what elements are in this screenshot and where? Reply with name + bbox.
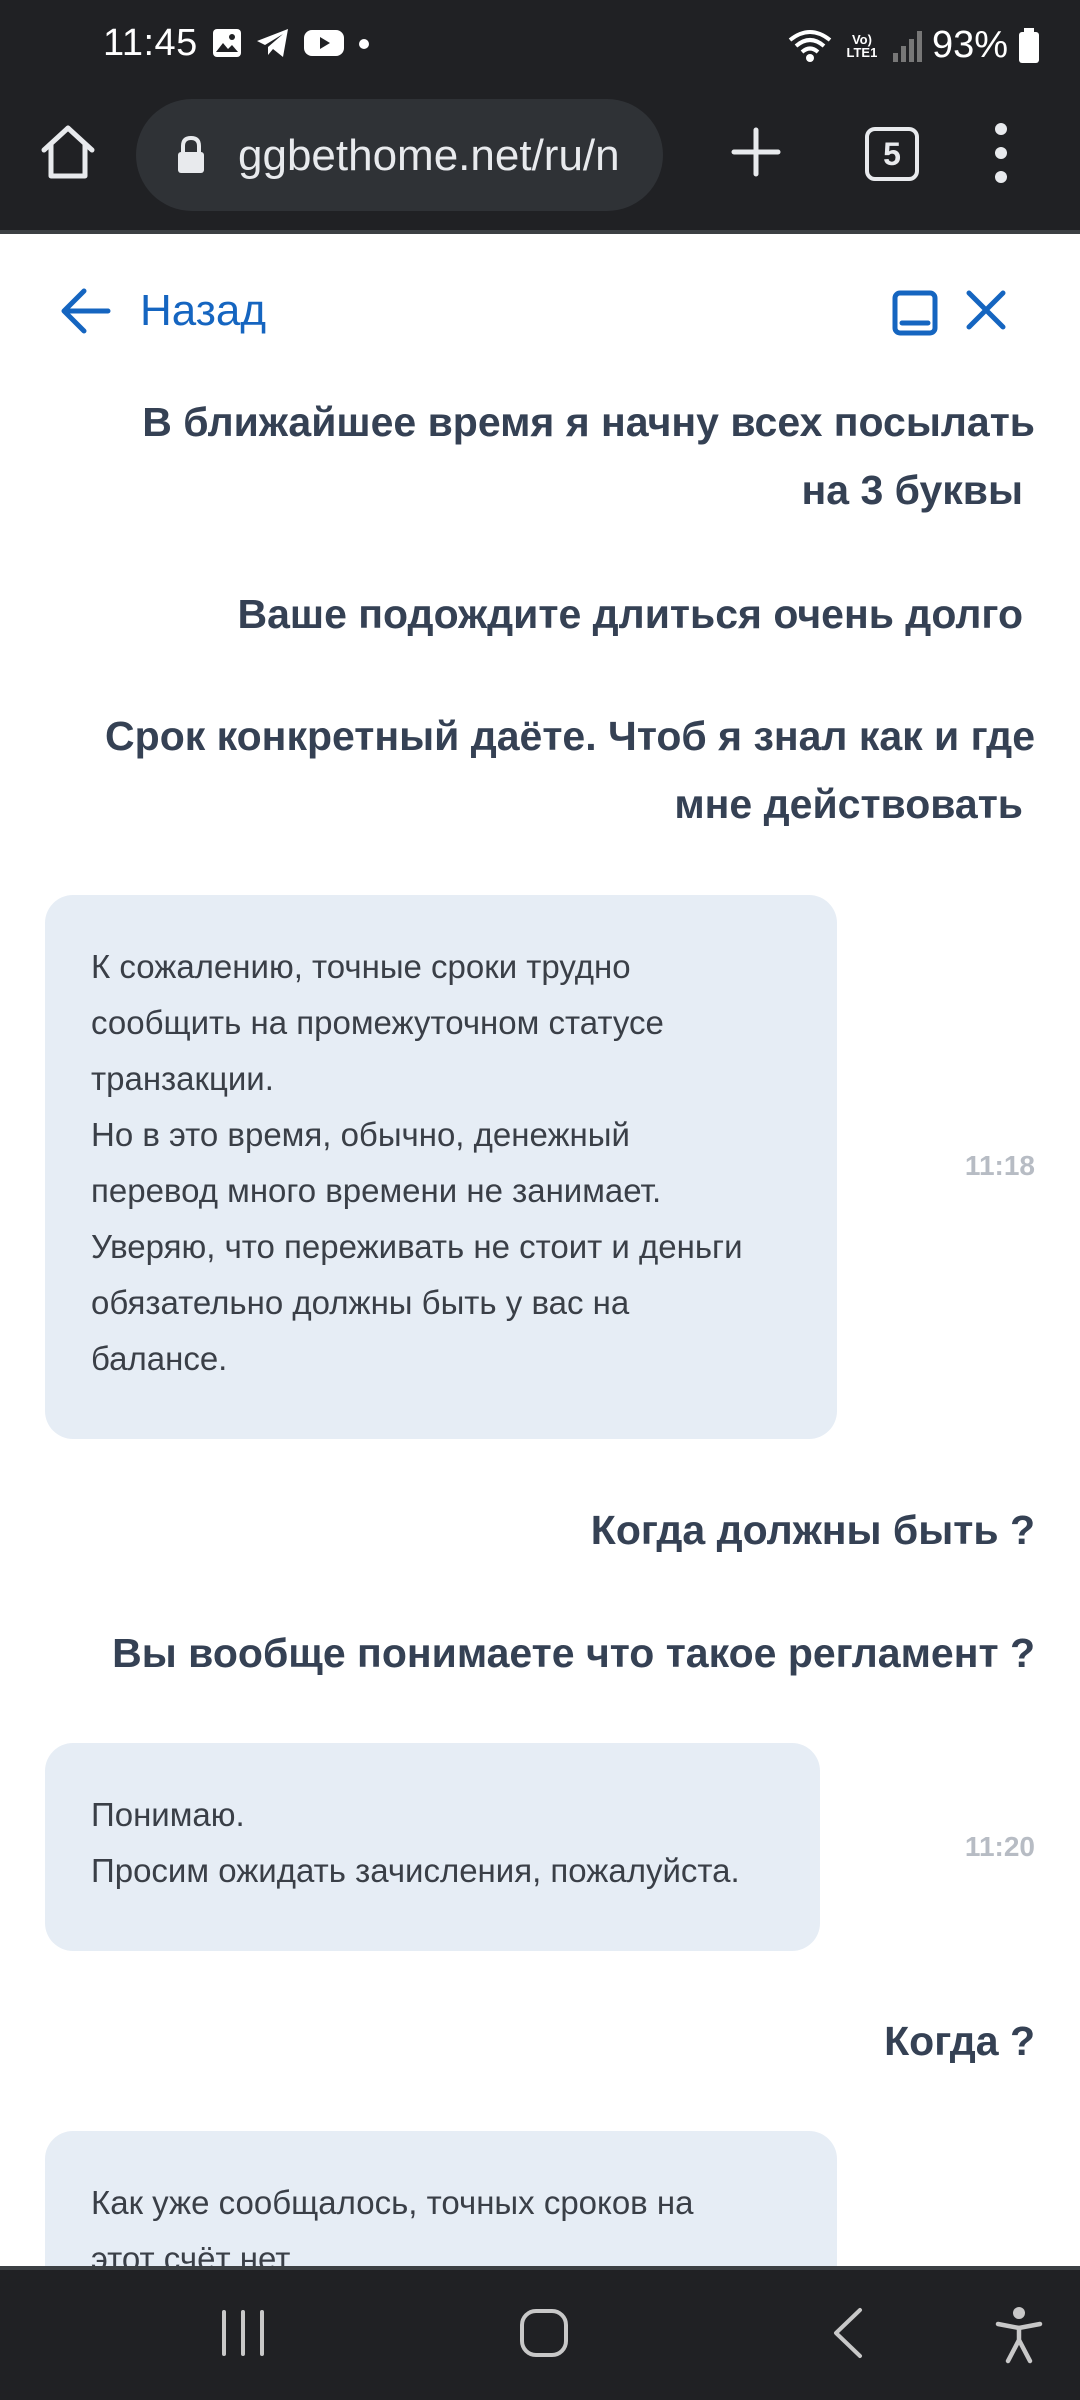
browser-toolbar: ggbethome.net/ru/n 5 [0, 94, 1080, 234]
battery-percent: 93% [931, 24, 1008, 66]
support-message-bubble: К сожалению, точные сроки трудно сообщит… [45, 895, 837, 1439]
wifi-icon [788, 29, 832, 62]
home-nav-icon[interactable] [518, 2306, 570, 2360]
battery-icon [1019, 27, 1039, 63]
message-timestamp: 11:20 [964, 1831, 1035, 1862]
recent-apps-icon[interactable] [218, 2306, 268, 2360]
signal-icon [892, 30, 922, 62]
support-message-bubble: Понимаю. Просим ожидать зачисления, пожа… [45, 1743, 820, 1951]
message-line: балансе. [91, 1340, 228, 1377]
address-bar[interactable]: ggbethome.net/ru/n [136, 99, 663, 211]
status-time: 11:45 [103, 22, 198, 64]
message-line: Когда ? [884, 2018, 1035, 2064]
lock-icon [178, 135, 204, 173]
user-message: Ваше подождите длиться очень долго [238, 580, 1036, 648]
notification-icons [212, 28, 370, 58]
message-line: Вы вообще понимаете что такое регламент … [112, 1630, 1035, 1676]
system-navigation-bar [0, 2266, 1080, 2400]
message-line: Ваше подождите длиться очень долго [237, 591, 1024, 637]
message-line: Уверяю, что переживать не стоит и деньги [91, 1228, 743, 1265]
gallery-icon [213, 29, 241, 57]
url-text: ggbethome.net/ru/n [238, 131, 620, 180]
user-message: Вы вообще понимаете что такое регламент … [112, 1619, 1035, 1687]
arrow-left-icon [61, 288, 111, 334]
message-line: транзакции. [91, 1060, 274, 1097]
back-button[interactable]: Назад [60, 286, 266, 336]
back-label: Назад [140, 286, 267, 335]
telegram-icon [257, 29, 288, 57]
close-icon[interactable] [964, 288, 1008, 332]
more-notifications-icon [359, 39, 369, 49]
message-line: Как уже сообщалось, точных сроков на [91, 2184, 694, 2221]
new-tab-icon[interactable] [726, 122, 786, 182]
user-message: В ближайшее время я начну всех посылать … [142, 388, 1035, 524]
message-line: Просим ожидать зачисления, пожалуйста. [91, 1852, 740, 1889]
message-line: Когда должны быть ? [590, 1507, 1035, 1553]
home-icon[interactable] [38, 122, 98, 182]
youtube-icon [304, 30, 344, 56]
message-line: В ближайшее время я начну всех посылать [142, 399, 1035, 445]
message-timestamp: 11:18 [964, 1150, 1035, 1181]
message-line: сообщить на промежуточном статусе [91, 1004, 664, 1041]
accessibility-icon[interactable] [994, 2306, 1044, 2364]
more-options-icon[interactable] [986, 120, 1016, 186]
message-line: Срок конкретный даёте. Чтоб я знал как и… [105, 713, 1035, 759]
message-line: Но в это время, обычно, денежный [91, 1116, 630, 1153]
message-line: мне действовать [674, 781, 1023, 827]
message-line: обязательно должны быть у вас на [91, 1284, 630, 1321]
status-bar: 11:45 Vo) LTE1 93% [0, 0, 1080, 94]
message-line: Понимаю. [91, 1796, 245, 1833]
system-icons: Vo) LTE1 93% [788, 24, 1040, 67]
user-message: Когда должны быть ? [591, 1496, 1035, 1564]
user-message: Когда ? [884, 2007, 1035, 2075]
minimize-icon[interactable] [892, 290, 938, 336]
chat-header: Назад [0, 234, 1080, 384]
message-line: К сожалению, точные сроки трудно [91, 948, 631, 985]
message-line: на 3 буквы [801, 467, 1023, 513]
user-message: Срок конкретный даёте. Чтоб я знал как и… [105, 702, 1035, 838]
back-nav-icon[interactable] [828, 2306, 868, 2360]
message-line: перевод много времени не занимает. [91, 1172, 662, 1209]
volte-label: Vo) LTE1 [846, 31, 878, 60]
nav-divider [0, 2266, 1080, 2270]
tab-switcher-button[interactable]: 5 [865, 127, 919, 181]
